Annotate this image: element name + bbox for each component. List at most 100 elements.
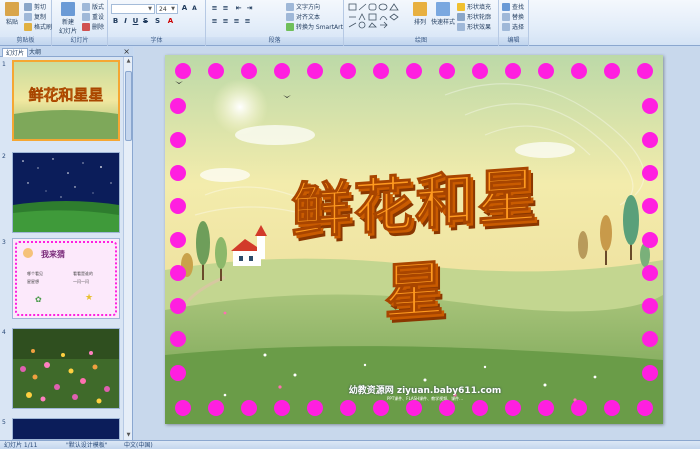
border-dot	[373, 400, 389, 416]
decrease-indent-button[interactable]: ⇤	[234, 4, 243, 13]
slide-editing-area: 鲜花和星星 幼教资源网 ziyuan.baby611.com PPT课件、FLA…	[134, 47, 700, 440]
border-dot	[274, 400, 290, 416]
border-dot	[642, 364, 658, 381]
align-text-button[interactable]: 对齐文本	[286, 12, 320, 21]
thumb-3-line: 看看是谁的	[73, 271, 93, 276]
thumbnail-scrollbar[interactable]: ▲ ▼	[123, 57, 132, 440]
paragraph-group-label: 段落	[206, 37, 343, 45]
font-group: ▼ 24 ▼ A A B I U S S A 字体	[108, 0, 206, 46]
slide-thumbnail-4[interactable]	[12, 328, 120, 409]
status-bar: 幻灯片 1/11 "默认设计模板" 中文(中国)	[0, 440, 700, 449]
decrease-indent-icon: ⇤	[235, 4, 242, 12]
clipboard-group-label: 剪贴板	[0, 37, 51, 45]
slide-number: 4	[2, 329, 6, 336]
border-dot	[170, 131, 186, 148]
shadow-button[interactable]: S	[153, 17, 162, 26]
align-right-button[interactable]: ≡	[232, 17, 241, 26]
smartart-button[interactable]: 转换为 SmartArt	[286, 22, 343, 31]
shape-fill-button[interactable]: 形状填充	[457, 2, 491, 11]
align-center-button[interactable]: ≡	[221, 17, 230, 26]
border-dot	[439, 400, 455, 416]
slide-thumbnail-5[interactable]	[12, 418, 120, 440]
slide-thumbnail-2[interactable]	[12, 152, 120, 233]
scroll-thumb[interactable]	[125, 71, 132, 141]
paintbrush-icon	[24, 22, 32, 31]
font-name-select[interactable]: ▼	[111, 4, 155, 14]
tab-slides[interactable]: 幻灯片	[2, 48, 29, 57]
slide-thumbnail-3[interactable]: 我来猜 哪个看见 星星想 看看是谁的 一闪一闪 ✿ ★	[12, 238, 120, 319]
current-slide[interactable]: 鲜花和星星 幼教资源网 ziyuan.baby611.com PPT课件、FLA…	[165, 55, 663, 424]
quick-styles-button[interactable]: 快速样式	[430, 2, 456, 26]
ribbon: 粘贴 剪切 复制 格式刷 剪贴板 新建 幻灯片 版式 重设 删除 幻灯片 ▼ 2…	[0, 0, 700, 46]
tab-outline[interactable]: 大纲	[26, 48, 44, 57]
shape-effects-button[interactable]: 形状效果	[457, 22, 491, 31]
copy-button[interactable]: 复制	[24, 12, 46, 21]
strikethrough-button[interactable]: S	[141, 17, 150, 26]
slide-thumbnail-1[interactable]: 鲜花和星星	[12, 60, 120, 141]
paste-button[interactable]: 粘贴	[2, 2, 22, 26]
italic-button[interactable]: I	[121, 17, 130, 26]
numbering-button[interactable]: ≡	[221, 4, 230, 13]
border-dot	[439, 63, 455, 79]
cut-button[interactable]: 剪切	[24, 2, 46, 11]
font-color-icon: A	[167, 17, 174, 25]
increase-indent-button[interactable]: ⇥	[245, 4, 254, 13]
delete-slide-button[interactable]: 删除	[82, 22, 104, 31]
slide-title[interactable]: 鲜花和星星	[265, 145, 565, 340]
thumb-title-text: 鲜花和星星	[28, 86, 103, 104]
underline-icon: U	[132, 17, 139, 25]
shape-fill-icon	[457, 2, 465, 11]
slide-count: 幻灯片 1/11	[4, 442, 38, 449]
find-button[interactable]: 查找	[502, 2, 524, 11]
align-left-button[interactable]: ≡	[210, 17, 219, 26]
format-painter-button[interactable]: 格式刷	[24, 22, 52, 31]
border-dot	[406, 63, 422, 79]
avatar	[23, 248, 33, 258]
layout-button[interactable]: 版式	[82, 2, 104, 11]
reset-icon	[82, 12, 90, 21]
reset-button[interactable]: 重设	[82, 12, 104, 21]
editing-group: 查找 替换 选择 编辑	[499, 0, 529, 46]
shape-outline-button[interactable]: 形状轮廓	[457, 12, 491, 21]
increase-indent-icon: ⇥	[246, 4, 253, 12]
theme-name[interactable]: "默认设计模板"	[66, 441, 108, 449]
border-dot	[604, 400, 620, 416]
paragraph-group: ≡ ≡ ⇤ ⇥ ≡ ≡ ≡ ≡ 文字方向 对齐文本 转换为 SmartArt 段…	[206, 0, 344, 46]
text-direction-button[interactable]: 文字方向	[286, 2, 320, 11]
scroll-down-icon[interactable]: ▼	[124, 431, 133, 440]
select-button[interactable]: 选择	[502, 22, 524, 31]
align-center-icon: ≡	[222, 17, 229, 25]
border-dot	[170, 364, 186, 381]
border-dot	[170, 298, 186, 315]
border-dot	[170, 164, 186, 181]
editing-group-label: 编辑	[499, 37, 528, 45]
slide-2-preview	[13, 153, 119, 232]
scroll-up-icon[interactable]: ▲	[124, 57, 133, 66]
close-icon[interactable]: ×	[123, 47, 130, 57]
border-dot	[241, 63, 257, 79]
grow-font-button[interactable]: A	[180, 4, 189, 13]
layout-icon	[82, 2, 90, 11]
border-dot	[538, 63, 554, 79]
font-size-select[interactable]: 24 ▼	[156, 4, 178, 14]
font-color-button[interactable]: A	[166, 17, 175, 26]
underline-button[interactable]: U	[131, 17, 140, 26]
new-slide-button[interactable]: 新建 幻灯片	[56, 2, 80, 35]
clipboard-group: 粘贴 剪切 复制 格式刷 剪贴板	[0, 0, 52, 46]
bullets-button[interactable]: ≡	[210, 4, 219, 13]
language-indicator[interactable]: 中文(中国)	[124, 441, 153, 449]
justify-button[interactable]: ≡	[243, 17, 252, 26]
arrange-button[interactable]: 排列	[410, 2, 430, 26]
drawing-group-label: 绘图	[344, 37, 498, 45]
scissors-icon	[24, 2, 32, 11]
watermark-subtext: PPT课件、FLASH课件、教学视频、课件...	[387, 396, 463, 401]
italic-icon: I	[124, 17, 127, 25]
delete-icon	[82, 22, 90, 31]
shapes-gallery[interactable]	[348, 3, 406, 29]
replace-button[interactable]: 替换	[502, 12, 524, 21]
border-dot	[340, 63, 356, 79]
border-dot	[472, 400, 488, 416]
shrink-font-button[interactable]: A	[190, 4, 199, 13]
bold-button[interactable]: B	[111, 17, 120, 26]
arrange-icon	[413, 2, 427, 16]
